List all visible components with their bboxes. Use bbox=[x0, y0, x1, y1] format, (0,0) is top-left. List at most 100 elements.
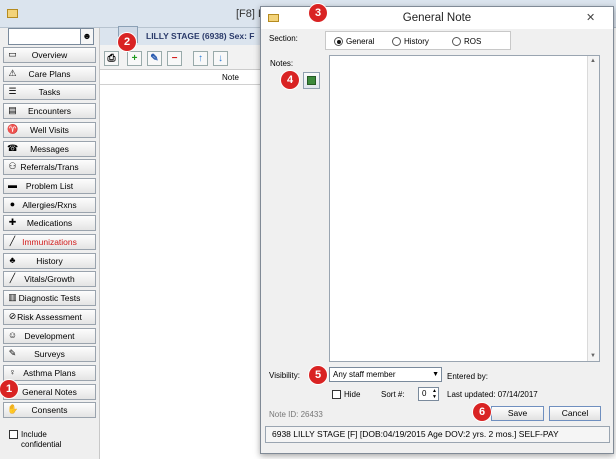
sort-value: 0 bbox=[422, 389, 427, 398]
folder-icon bbox=[7, 9, 18, 18]
sidebar-item-label: Development bbox=[24, 331, 75, 341]
section-radio-group: General History ROS bbox=[325, 31, 511, 50]
sort-label: Sort #: bbox=[381, 390, 405, 399]
sidebar-item-asthma-plans[interactable]: ♀ Asthma Plans bbox=[3, 365, 96, 381]
radio-icon bbox=[392, 37, 401, 46]
sidebar-item-surveys[interactable]: ✎ Surveys bbox=[3, 346, 96, 362]
sidebar-item-label: Vitals/Growth bbox=[24, 274, 75, 284]
radio-history[interactable]: History bbox=[392, 37, 429, 46]
phone-icon: ☎ bbox=[7, 143, 19, 153]
radio-history-label: History bbox=[404, 37, 429, 46]
notes-scrollbar[interactable]: ▲ ▼ bbox=[587, 56, 599, 361]
move-up-button[interactable]: ↑ bbox=[193, 51, 208, 66]
pill-icon: ✚ bbox=[8, 217, 17, 227]
column-header-note[interactable]: Note bbox=[222, 73, 239, 82]
sidebar-item-vitals-growth[interactable]: ╱ Vitals/Growth bbox=[3, 271, 96, 287]
note-id: Note ID: 26433 bbox=[269, 410, 323, 419]
sidebar-item-label: Care Plans bbox=[28, 69, 71, 79]
inhaler-icon: ♀ bbox=[9, 367, 16, 377]
sidebar-item-label: Risk Assessment bbox=[17, 312, 82, 322]
spin-arrows-icon[interactable]: ▲ ▼ bbox=[432, 388, 437, 400]
radio-general[interactable]: General bbox=[334, 37, 374, 46]
sidebar-item-messages[interactable]: ☎ Messages bbox=[3, 141, 96, 157]
sort-stepper[interactable]: 0 ▲ ▼ bbox=[418, 387, 439, 401]
entered-by-label: Entered by: bbox=[447, 372, 488, 381]
list-icon: ▬ bbox=[8, 180, 17, 190]
radio-icon bbox=[452, 37, 461, 46]
sidebar-item-label: History bbox=[36, 256, 63, 266]
patient-status-bar: 6938 LILLY STAGE [F] [DOB:04/19/2015 Age… bbox=[265, 426, 610, 443]
sidebar-item-label: General Notes bbox=[22, 387, 77, 397]
sidebar-item-referrals-trans[interactable]: ⚇ Referrals/Trans bbox=[3, 159, 96, 175]
sidebar-item-label: Overview bbox=[31, 50, 68, 60]
sidebar-item-care-plans[interactable]: ⚠ Care Plans bbox=[3, 66, 96, 82]
sidebar-item-problem-list[interactable]: ▬ Problem List bbox=[3, 178, 96, 194]
radio-ros[interactable]: ROS bbox=[452, 37, 481, 46]
print-icon[interactable]: ⎙ bbox=[104, 51, 119, 66]
folder-icon: ▭ bbox=[8, 49, 17, 59]
callout-badge: 2 bbox=[118, 33, 136, 51]
notes-grid-header: Note bbox=[100, 71, 260, 85]
patient-name: LILLY STAGE (6938) Sex: F bbox=[146, 31, 255, 41]
sidebar-item-label: Tasks bbox=[38, 87, 61, 97]
sidebar-item-medications[interactable]: ✚ Medications bbox=[3, 215, 96, 231]
hand-icon: ✋ bbox=[7, 404, 19, 414]
patient-search-input[interactable] bbox=[8, 28, 81, 45]
radio-ros-label: ROS bbox=[464, 37, 482, 46]
sidebar-item-allergies-rxns[interactable]: ● Allergies/Rxns bbox=[3, 197, 96, 213]
add-note-button[interactable]: + bbox=[127, 51, 142, 66]
include-confidential-checkbox[interactable]: Include confidential bbox=[9, 430, 76, 450]
task-list-icon: ☰ bbox=[8, 86, 17, 96]
checkbox-icon bbox=[332, 390, 341, 399]
ruler-icon: ╱ bbox=[9, 273, 16, 283]
sidebar-item-label: Medications bbox=[26, 218, 73, 228]
sidebar-item-label: Asthma Plans bbox=[23, 368, 76, 378]
move-down-button[interactable]: ↓ bbox=[213, 51, 228, 66]
callout-badge: 5 bbox=[309, 366, 327, 384]
test-tubes-icon: ▥ bbox=[8, 292, 17, 302]
scroll-down-icon[interactable]: ▼ bbox=[590, 353, 596, 359]
sidebar-item-overview[interactable]: ▭ Overview bbox=[3, 47, 96, 63]
sidebar-item-label: Well Visits bbox=[30, 125, 69, 135]
warning-icon: ⚠ bbox=[8, 68, 17, 78]
no-sign-icon: ⊘ bbox=[8, 311, 17, 321]
checkbox-icon bbox=[9, 430, 18, 439]
notes-textarea[interactable]: ▲ ▼ bbox=[329, 55, 600, 362]
tree-icon: ♣ bbox=[9, 255, 16, 265]
save-button[interactable]: Save bbox=[491, 406, 544, 421]
sidebar-item-tasks[interactable]: ☰ Tasks bbox=[3, 84, 96, 100]
sidebar-item-diagnostic-tests[interactable]: ▥ Diagnostic Tests bbox=[3, 290, 96, 306]
person-search-icon: ☻ bbox=[82, 31, 92, 41]
callout-badge: 4 bbox=[281, 71, 299, 89]
sidebar-item-risk-assessment[interactable]: ⊘ Risk Assessment bbox=[3, 309, 96, 325]
sidebar-item-immunizations[interactable]: ╱ Immunizations bbox=[3, 234, 96, 250]
hide-checkbox[interactable]: Hide bbox=[332, 390, 360, 399]
close-icon[interactable]: ✕ bbox=[586, 11, 595, 24]
child-icon: ☺ bbox=[7, 330, 18, 340]
sidebar-item-label: Problem List bbox=[25, 181, 74, 191]
sidebar-item-label: Messages bbox=[30, 144, 69, 154]
sidebar-item-encounters[interactable]: ▤ Encounters bbox=[3, 103, 96, 119]
sidebar-item-label: Diagnostic Tests bbox=[18, 293, 81, 303]
sidebar-item-history[interactable]: ♣ History bbox=[3, 253, 96, 269]
sidebar-item-well-visits[interactable]: ♈ Well Visits bbox=[3, 122, 96, 138]
sidebar-item-label: Encounters bbox=[28, 106, 71, 116]
sidebar-item-development[interactable]: ☺ Development bbox=[3, 328, 96, 344]
spellcheck-book-button[interactable] bbox=[303, 72, 320, 89]
scroll-up-icon[interactable]: ▲ bbox=[590, 58, 596, 64]
sidebar-item-label: Immunizations bbox=[22, 237, 77, 247]
people-icon: ⚇ bbox=[8, 161, 17, 171]
section-label: Section: bbox=[269, 34, 298, 43]
radio-selected-icon bbox=[334, 37, 343, 46]
book-icon bbox=[307, 76, 316, 85]
visibility-value: Any staff member bbox=[333, 370, 396, 379]
delete-note-button[interactable]: − bbox=[167, 51, 182, 66]
visibility-select[interactable]: Any staff member ▼ bbox=[329, 367, 442, 382]
visibility-label: Visibility: bbox=[269, 371, 300, 380]
cancel-button[interactable]: Cancel bbox=[549, 406, 601, 421]
callout-badge: 3 bbox=[309, 4, 327, 22]
patient-search-button[interactable]: ☻ bbox=[80, 28, 94, 45]
sidebar-item-label: Allergies/Rxns bbox=[22, 200, 77, 210]
edit-note-button[interactable]: ✎ bbox=[147, 51, 162, 66]
sidebar-item-consents[interactable]: ✋ Consents bbox=[3, 402, 96, 418]
